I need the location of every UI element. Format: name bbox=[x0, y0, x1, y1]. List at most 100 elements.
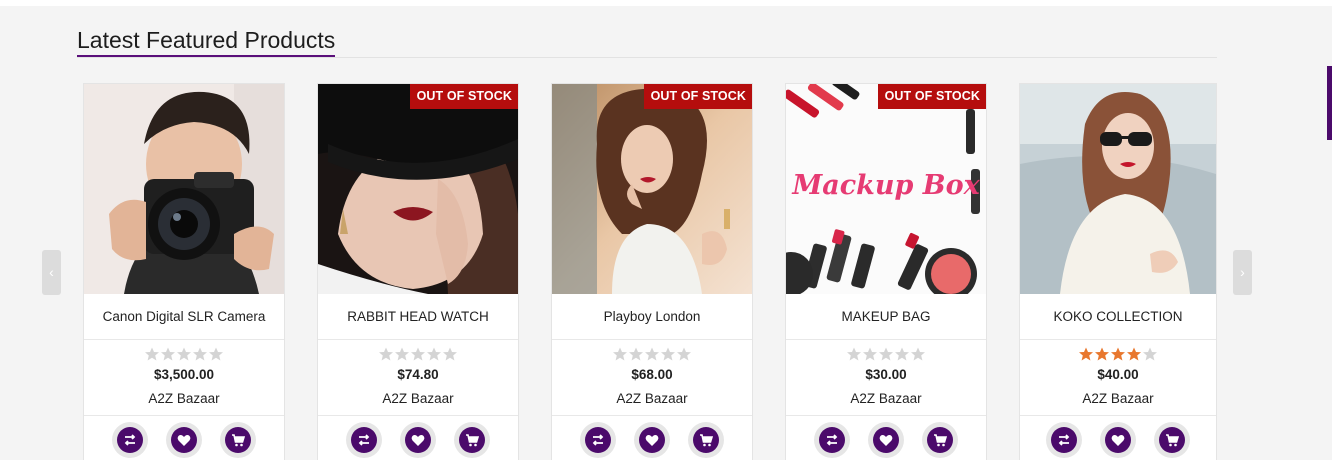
star-icon bbox=[145, 347, 159, 361]
product-price: $74.80 bbox=[397, 367, 439, 382]
compare-button[interactable] bbox=[1046, 422, 1082, 458]
rating-stars bbox=[552, 347, 752, 361]
product-image[interactable] bbox=[84, 84, 284, 294]
star-icon bbox=[1079, 347, 1093, 361]
makeup-box-script-text: Mackup Box bbox=[791, 170, 980, 201]
star-icon bbox=[911, 347, 925, 361]
product-price: $68.00 bbox=[631, 367, 673, 382]
rating-stars bbox=[786, 347, 986, 361]
product-actions bbox=[786, 415, 986, 458]
star-icon bbox=[411, 347, 425, 361]
product-card[interactable]: OUT OF STOCK RABBIT HEAD WATCH $74.80 A2… bbox=[317, 83, 519, 460]
cart-icon bbox=[1166, 434, 1179, 447]
product-name[interactable]: Canon Digital SLR Camera bbox=[84, 294, 284, 340]
cart-icon bbox=[466, 434, 479, 447]
compare-icon bbox=[826, 434, 838, 446]
product-image[interactable] bbox=[1020, 84, 1216, 294]
product-vendor: A2Z Bazaar bbox=[850, 391, 922, 406]
wishlist-heart-icon bbox=[1111, 434, 1125, 446]
product-name[interactable]: Playboy London bbox=[552, 294, 752, 340]
out-of-stock-badge: OUT OF STOCK bbox=[877, 84, 986, 109]
star-icon bbox=[879, 347, 893, 361]
product-actions bbox=[318, 415, 518, 458]
carousel-prev-button[interactable]: ‹ bbox=[42, 250, 61, 295]
add-to-cart-button[interactable] bbox=[688, 422, 724, 458]
rating-stars bbox=[318, 347, 518, 361]
star-icon bbox=[395, 347, 409, 361]
star-icon bbox=[379, 347, 393, 361]
wishlist-button[interactable] bbox=[868, 422, 904, 458]
compare-icon bbox=[592, 434, 604, 446]
add-to-cart-button[interactable] bbox=[1154, 422, 1190, 458]
product-price: $40.00 bbox=[1097, 367, 1139, 382]
star-icon bbox=[895, 347, 909, 361]
product-vendor: A2Z Bazaar bbox=[148, 391, 220, 406]
product-card[interactable]: OUT OF STOCK Playboy London $68.00 A2Z B… bbox=[551, 83, 753, 460]
wishlist-heart-icon bbox=[879, 434, 893, 446]
section-divider bbox=[77, 57, 1217, 58]
product-vendor: A2Z Bazaar bbox=[382, 391, 454, 406]
compare-icon bbox=[358, 434, 370, 446]
compare-icon bbox=[124, 434, 136, 446]
star-icon bbox=[193, 347, 207, 361]
compare-button[interactable] bbox=[112, 422, 148, 458]
wishlist-button[interactable] bbox=[634, 422, 670, 458]
product-card[interactable]: Mackup Box OUT OF STOCK MAKEUP BAG $30.0… bbox=[785, 83, 987, 460]
rating-stars bbox=[1020, 347, 1216, 361]
star-icon bbox=[863, 347, 877, 361]
wishlist-heart-icon bbox=[645, 434, 659, 446]
compare-icon bbox=[1058, 434, 1070, 446]
woman-hat-image bbox=[318, 84, 518, 294]
star-icon bbox=[1143, 347, 1157, 361]
cart-icon bbox=[700, 434, 713, 447]
star-icon bbox=[847, 347, 861, 361]
product-actions bbox=[1020, 415, 1216, 458]
star-icon bbox=[1111, 347, 1125, 361]
camera-photographer-image bbox=[84, 84, 284, 294]
wishlist-button[interactable] bbox=[400, 422, 436, 458]
product-image[interactable]: Mackup Box OUT OF STOCK bbox=[786, 84, 986, 294]
star-icon bbox=[1095, 347, 1109, 361]
product-actions bbox=[84, 415, 284, 458]
star-icon bbox=[645, 347, 659, 361]
star-icon bbox=[661, 347, 675, 361]
carousel-next-button[interactable]: › bbox=[1233, 250, 1252, 295]
add-to-cart-button[interactable] bbox=[922, 422, 958, 458]
star-icon bbox=[209, 347, 223, 361]
product-name[interactable]: KOKO COLLECTION bbox=[1020, 294, 1216, 340]
star-icon bbox=[677, 347, 691, 361]
wishlist-heart-icon bbox=[177, 434, 191, 446]
star-icon bbox=[1127, 347, 1141, 361]
product-image[interactable]: OUT OF STOCK bbox=[552, 84, 752, 294]
star-icon bbox=[177, 347, 191, 361]
wishlist-button[interactable] bbox=[1100, 422, 1136, 458]
product-actions bbox=[552, 415, 752, 458]
star-icon bbox=[629, 347, 643, 361]
cart-icon bbox=[934, 434, 947, 447]
star-icon bbox=[613, 347, 627, 361]
product-name[interactable]: RABBIT HEAD WATCH bbox=[318, 294, 518, 340]
compare-button[interactable] bbox=[814, 422, 850, 458]
star-icon bbox=[427, 347, 441, 361]
woman-sunglasses-image bbox=[1020, 84, 1216, 294]
star-icon bbox=[443, 347, 457, 361]
wishlist-heart-icon bbox=[411, 434, 425, 446]
product-vendor: A2Z Bazaar bbox=[1082, 391, 1154, 406]
product-card[interactable]: KOKO COLLECTION $40.00 A2Z Bazaar bbox=[1019, 83, 1217, 460]
product-card[interactable]: Canon Digital SLR Camera $3,500.00 A2Z B… bbox=[83, 83, 285, 460]
product-image[interactable]: OUT OF STOCK bbox=[318, 84, 518, 294]
top-strip bbox=[0, 0, 1332, 6]
woman-perfume-image bbox=[552, 84, 752, 294]
compare-button[interactable] bbox=[580, 422, 616, 458]
makeup-box-image: Mackup Box bbox=[786, 84, 986, 294]
section-title: Latest Featured Products bbox=[77, 27, 336, 57]
wishlist-button[interactable] bbox=[166, 422, 202, 458]
add-to-cart-button[interactable] bbox=[220, 422, 256, 458]
product-vendor: A2Z Bazaar bbox=[616, 391, 688, 406]
product-name[interactable]: MAKEUP BAG bbox=[786, 294, 986, 340]
add-to-cart-button[interactable] bbox=[454, 422, 490, 458]
rating-stars bbox=[84, 347, 284, 361]
out-of-stock-badge: OUT OF STOCK bbox=[643, 84, 752, 109]
compare-button[interactable] bbox=[346, 422, 382, 458]
side-accent-bar bbox=[1327, 66, 1332, 140]
